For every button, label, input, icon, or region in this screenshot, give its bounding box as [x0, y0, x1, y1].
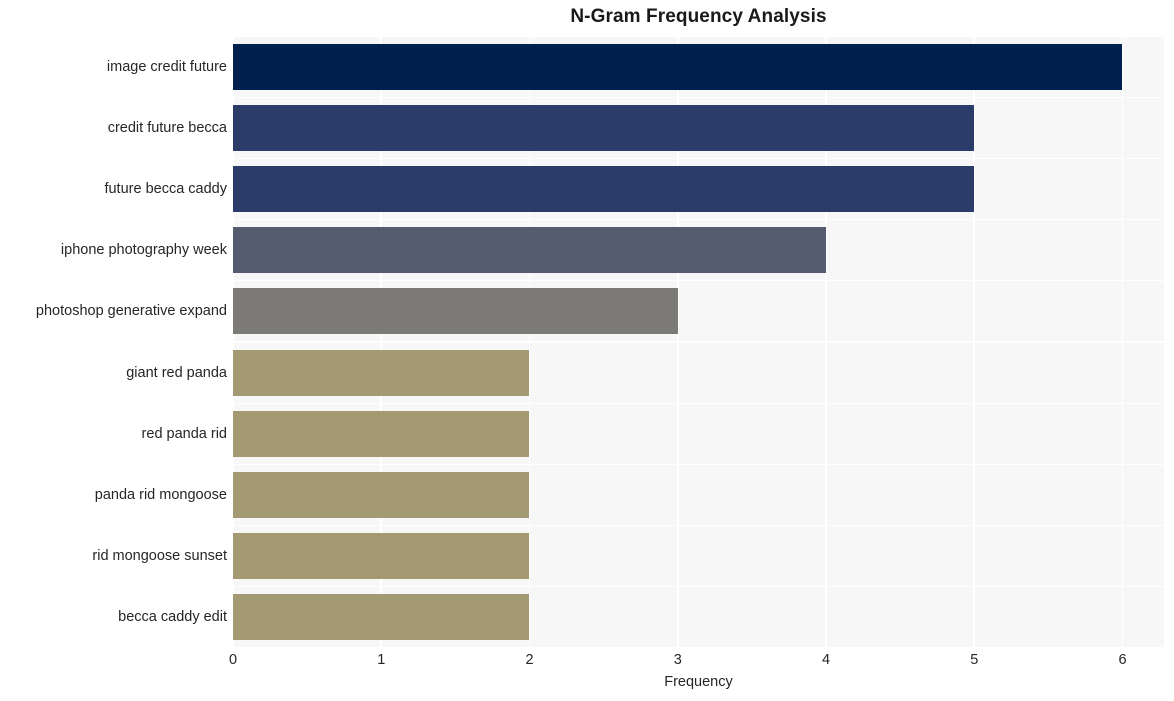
- y-gridline: [233, 463, 1164, 466]
- y-gridline: [233, 402, 1164, 404]
- y-axis-tick-label: photoshop generative expand: [35, 303, 227, 320]
- chart-title: N-Gram Frequency Analysis: [570, 6, 827, 27]
- y-gridline: [233, 96, 1164, 98]
- x-axis-tick-label: 2: [525, 652, 534, 668]
- plot-area: [233, 36, 1164, 648]
- y-axis-tick-label: future becca caddy: [104, 181, 227, 197]
- y-gridline: [233, 157, 1164, 160]
- x-axis-tick-label: 0: [228, 652, 238, 668]
- x-axis-tick-group: 0 1 2 3 4 5 6: [229, 648, 1164, 674]
- y-axis-label-group: image credit future credit future becca fu…: [0, 36, 227, 648]
- x-axis-tick-label: 6: [1118, 652, 1127, 668]
- y-axis-tick-label: rid mongoose sunset: [92, 548, 227, 565]
- bar: [233, 104, 975, 151]
- bar: [233, 594, 530, 641]
- y-axis-tick-label: giant red panda: [126, 364, 227, 381]
- bar: [233, 288, 678, 335]
- chart-figure: N-Gram Frequency Analysis image credit f…: [0, 0, 1174, 701]
- bar: [233, 349, 530, 396]
- y-axis-tick-label: credit future becca: [107, 119, 227, 136]
- y-axis-tick-label: iphone photography week: [60, 242, 227, 259]
- x-axis-tick-label: 4: [821, 652, 831, 668]
- x-axis-title: Frequency: [664, 674, 733, 690]
- y-gridline: [233, 218, 1164, 221]
- y-gridline: [233, 524, 1164, 527]
- y-axis-tick-label: red panda rid: [141, 425, 227, 442]
- bar: [233, 472, 530, 518]
- y-axis-tick-label: becca caddy edit: [118, 609, 227, 626]
- y-gridline: [233, 586, 1164, 588]
- y-gridline: [233, 341, 1164, 343]
- x-axis-tick-label: 3: [673, 652, 682, 668]
- y-axis-tick-label: image credit future: [106, 58, 227, 75]
- x-axis-tick-label: 5: [970, 652, 979, 668]
- y-gridline: [233, 280, 1164, 282]
- bar: [233, 227, 826, 274]
- bar: [233, 533, 530, 580]
- bar: [233, 410, 530, 457]
- bar: [233, 43, 1123, 90]
- bar: [233, 166, 975, 212]
- x-axis-tick-label: 1: [377, 652, 386, 668]
- y-gridline: [233, 36, 1164, 37]
- y-axis-tick-label: panda rid mongoose: [94, 487, 227, 503]
